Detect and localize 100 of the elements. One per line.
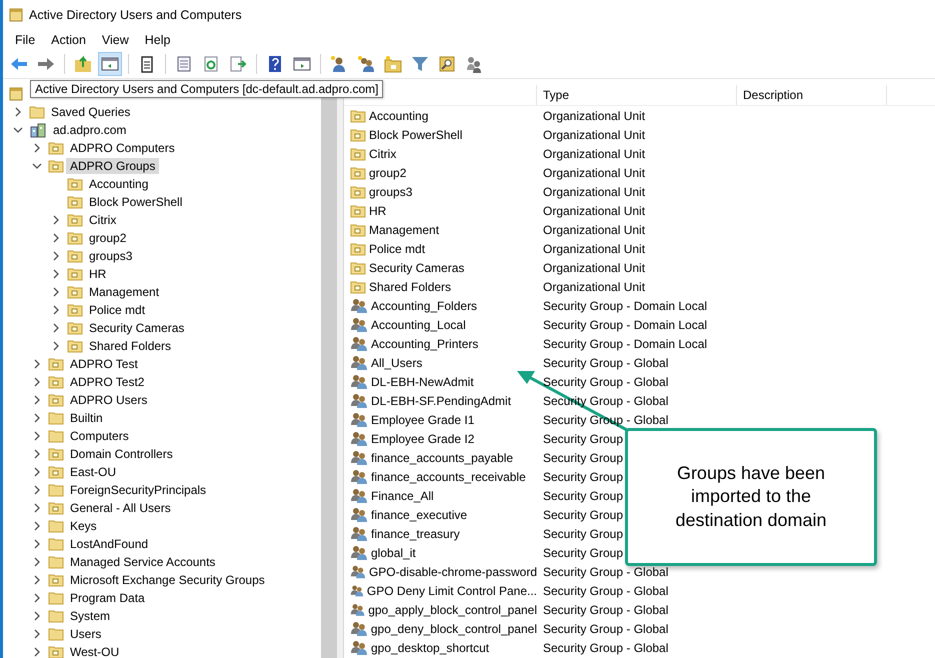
list-item-name[interactable]: HR bbox=[369, 204, 386, 218]
tree-item[interactable]: ADPRO Test2 bbox=[66, 374, 148, 390]
group-icon bbox=[350, 468, 368, 484]
tree-item[interactable]: LostAndFound bbox=[66, 536, 152, 552]
folder-icon bbox=[350, 128, 366, 142]
tree-item[interactable]: East-OU bbox=[66, 464, 120, 480]
tree-item[interactable]: groups3 bbox=[85, 248, 136, 264]
toolbar-button[interactable] bbox=[98, 52, 122, 76]
list-item-name[interactable]: DL-EBH-SF.PendingAdmit bbox=[371, 394, 512, 408]
search-icon bbox=[438, 55, 456, 73]
tooltip: Active Directory Users and Computers [dc-default.ad.adpro.com] bbox=[30, 80, 384, 98]
list-item-name[interactable]: Accounting_Folders bbox=[371, 298, 478, 312]
folder-icon bbox=[48, 357, 64, 371]
tree-item[interactable]: Builtin bbox=[66, 410, 107, 426]
list-item-name[interactable]: Employee Grade I2 bbox=[371, 432, 474, 446]
folder-icon bbox=[67, 321, 83, 335]
type-cell-text: Security Group bbox=[542, 526, 624, 540]
tree-item[interactable]: Block PowerShell bbox=[85, 194, 186, 210]
group-icon bbox=[350, 412, 368, 428]
list-item-name[interactable]: group2 bbox=[369, 166, 406, 180]
tree-item[interactable]: ad.adpro.com bbox=[49, 122, 130, 138]
list-item-name[interactable]: Block PowerShell bbox=[369, 128, 462, 142]
folder-icon bbox=[350, 222, 366, 236]
group-icon bbox=[350, 354, 368, 370]
tree-item[interactable]: HR bbox=[85, 266, 110, 282]
list-item-name[interactable]: GPO-disable-chrome-password bbox=[368, 564, 537, 578]
help-icon bbox=[266, 55, 284, 73]
chevron-right-icon[interactable] bbox=[32, 143, 42, 153]
menu-item[interactable]: Action bbox=[43, 33, 94, 47]
folder-icon bbox=[48, 141, 64, 155]
folder-icon bbox=[48, 159, 64, 173]
list-item-name[interactable]: Finance_All bbox=[371, 488, 434, 502]
column-header[interactable]: Description bbox=[743, 88, 804, 102]
list-item-name[interactable]: groups3 bbox=[369, 184, 412, 198]
list-item-name[interactable]: GPO Deny Limit Control Pane... bbox=[366, 584, 537, 598]
folder-icon bbox=[350, 108, 366, 122]
list-item-name[interactable]: finance_accounts_payable bbox=[371, 450, 514, 464]
folder-icon bbox=[67, 231, 83, 245]
tree-item[interactable]: Users bbox=[66, 626, 106, 642]
folder-icon bbox=[48, 519, 64, 533]
tree-item[interactable]: ADPRO Test bbox=[66, 356, 142, 372]
list-item-name[interactable]: finance_treasury bbox=[371, 526, 460, 540]
list-item-name[interactable]: gpo_deny_block_control_panel bbox=[370, 622, 537, 636]
type-cell-text: Security Group - Domain Local bbox=[542, 318, 708, 332]
tree-item[interactable]: Domain Controllers bbox=[66, 446, 177, 462]
tree-item[interactable]: Management bbox=[85, 284, 164, 300]
list-item-name[interactable]: gpo_apply_block_control_panel bbox=[368, 602, 537, 616]
group-icon bbox=[350, 602, 366, 618]
console-icon bbox=[9, 87, 23, 101]
menu-item[interactable]: Help bbox=[136, 33, 178, 47]
list-item-name[interactable]: Police mdt bbox=[369, 242, 426, 256]
forward-arrow-icon bbox=[37, 55, 55, 73]
list-item-name[interactable]: gpo_desktop_shortcut bbox=[371, 640, 490, 654]
column-header[interactable]: Type bbox=[543, 88, 570, 102]
list-item-name[interactable]: DL-EBH-NewAdmit bbox=[371, 374, 474, 388]
list-item-name[interactable]: Security Cameras bbox=[369, 260, 464, 274]
tree-item[interactable]: General - All Users bbox=[66, 500, 175, 516]
list-item-name[interactable]: Shared Folders bbox=[369, 280, 452, 294]
tree-item[interactable]: System bbox=[66, 608, 114, 624]
list-item-name[interactable]: Citrix bbox=[369, 146, 396, 160]
tree-item[interactable]: Accounting bbox=[85, 176, 152, 192]
tree-item[interactable]: Saved Queries bbox=[47, 104, 134, 120]
refresh-icon bbox=[202, 55, 220, 73]
chevron-down-icon[interactable] bbox=[13, 125, 23, 135]
folder-icon bbox=[48, 393, 64, 407]
tree-item[interactable]: group2 bbox=[85, 230, 130, 246]
list-item-name[interactable]: finance_executive bbox=[371, 508, 468, 522]
list-item-name[interactable]: Management bbox=[369, 222, 440, 236]
tree-item[interactable]: ADPRO Users bbox=[66, 392, 152, 408]
tree-item[interactable]: West-OU bbox=[66, 644, 124, 658]
tree-item[interactable]: Shared Folders bbox=[85, 338, 176, 354]
menu-item[interactable]: File bbox=[7, 33, 44, 47]
tree-item[interactable]: Police mdt bbox=[85, 302, 150, 318]
folder-icon bbox=[48, 609, 64, 623]
tree-item[interactable]: Program Data bbox=[66, 590, 149, 606]
tree-item[interactable]: Microsoft Exchange Security Groups bbox=[66, 572, 269, 588]
type-cell-text: Security Group - Global bbox=[542, 622, 668, 636]
tree-item[interactable]: ADPRO Groups bbox=[66, 158, 160, 174]
list-item-name[interactable]: Accounting bbox=[369, 108, 428, 122]
list-item-name[interactable]: global_it bbox=[371, 546, 416, 560]
list-item-name[interactable]: Accounting_Local bbox=[371, 318, 466, 332]
group-icon bbox=[350, 450, 368, 466]
tree-item[interactable]: ADPRO Computers bbox=[66, 140, 179, 156]
tree-item[interactable]: Keys bbox=[66, 518, 101, 534]
folder-icon bbox=[48, 627, 64, 641]
list-item-name[interactable]: Accounting_Printers bbox=[371, 336, 478, 350]
list-item-name[interactable]: finance_accounts_receivable bbox=[371, 470, 526, 484]
tree-item[interactable]: Computers bbox=[66, 428, 133, 444]
chevron-down-icon[interactable] bbox=[32, 161, 42, 171]
tree-item[interactable]: Security Cameras bbox=[85, 320, 188, 336]
type-cell-text: Organizational Unit bbox=[542, 280, 646, 294]
folder-icon bbox=[67, 267, 83, 281]
list-item-name[interactable]: All_Users bbox=[371, 356, 422, 370]
list-item-name[interactable]: Employee Grade I1 bbox=[371, 412, 474, 426]
tree-item[interactable]: Citrix bbox=[85, 212, 120, 228]
type-cell-text: Organizational Unit bbox=[542, 184, 646, 198]
tree-item[interactable]: ForeignSecurityPrincipals bbox=[66, 482, 210, 498]
menu-item[interactable]: View bbox=[94, 33, 137, 47]
chevron-right-icon[interactable] bbox=[13, 107, 23, 117]
tree-item[interactable]: Managed Service Accounts bbox=[66, 554, 220, 570]
